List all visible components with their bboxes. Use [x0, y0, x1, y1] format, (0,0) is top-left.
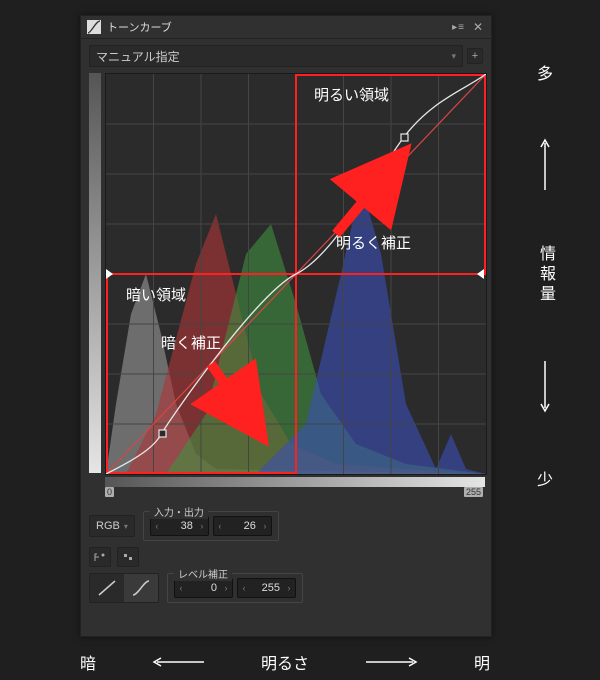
y-axis-gradient — [89, 73, 101, 473]
channel-label: RGB — [96, 520, 120, 532]
mode-dropdown[interactable]: マニュアル指定 ▾ — [89, 45, 463, 67]
close-icon[interactable]: ✕ — [471, 20, 485, 34]
panel-titlebar: トーンカーブ ▸≡ ✕ — [81, 16, 491, 39]
x-axis-gradient — [105, 477, 485, 487]
curve-canvas[interactable]: 明るい領域 暗い領域 明るく補正 暗く補正 — [105, 73, 487, 475]
x-axis-max: 255 — [464, 487, 483, 497]
label-information: 情報量 — [533, 245, 557, 305]
controls: RGB ▾ 入力・出力 ‹38› ‹26› — [89, 511, 483, 603]
channel-dropdown[interactable]: RGB ▾ — [89, 515, 135, 537]
curve-type-selector[interactable] — [89, 573, 159, 603]
arrow-up-icon — [538, 135, 552, 195]
io-legend: 入力・出力 — [150, 504, 208, 519]
panel-title: トーンカーブ — [107, 19, 452, 35]
chevron-right-icon[interactable]: › — [196, 521, 208, 531]
chevron-left-icon[interactable]: ‹ — [214, 521, 226, 531]
midpoint-marker-left[interactable] — [106, 269, 113, 279]
chevron-left-icon[interactable]: ‹ — [175, 583, 187, 593]
mode-label: マニュアル指定 — [96, 48, 180, 65]
chevron-down-icon: ▾ — [451, 51, 456, 62]
tone-curve-graph[interactable]: 明るい領域 暗い領域 明るく補正 暗く補正 0 255 — [89, 73, 483, 503]
label-bright: 明 — [474, 650, 490, 674]
chevron-left-icon[interactable]: ‹ — [238, 583, 250, 593]
x-axis-min: 0 — [105, 487, 114, 497]
tone-curve-panel: トーンカーブ ▸≡ ✕ マニュアル指定 ▾ + — [80, 15, 492, 637]
auto-adjust-button[interactable] — [117, 547, 139, 567]
levels-high-stepper[interactable]: ‹255› — [237, 578, 296, 598]
curve-handle-shadow[interactable] — [159, 430, 166, 437]
panel-menu-icon[interactable]: ▸≡ — [452, 22, 465, 33]
curve-smooth-option[interactable] — [124, 574, 158, 602]
label-brightness: 明るさ — [261, 650, 309, 674]
label-many: 多 — [537, 60, 553, 84]
midpoint-marker-right[interactable] — [477, 269, 484, 279]
label-dark: 暗 — [80, 650, 96, 674]
chevron-down-icon: ▾ — [124, 522, 128, 531]
add-preset-button[interactable]: + — [467, 48, 483, 64]
point-picker-button[interactable] — [89, 547, 111, 567]
arrow-left-icon — [149, 655, 209, 669]
curve-handle-highlight[interactable] — [401, 134, 408, 141]
io-fieldset: 入力・出力 ‹38› ‹26› — [143, 511, 279, 541]
label-few: 少 — [537, 466, 553, 490]
arrow-right-icon — [361, 655, 421, 669]
chevron-right-icon[interactable]: › — [220, 583, 232, 593]
chevron-right-icon[interactable]: › — [283, 583, 295, 593]
levels-legend: レベル補正 — [174, 566, 232, 581]
arrow-down-icon — [538, 356, 552, 416]
curve-linear-option[interactable] — [90, 574, 124, 602]
tone-curve-icon — [87, 20, 101, 34]
chevron-left-icon[interactable]: ‹ — [151, 521, 163, 531]
right-annotation-column: 多 情報量 少 — [510, 60, 580, 490]
chevron-right-icon[interactable]: › — [259, 521, 271, 531]
levels-fieldset: レベル補正 ‹0› ‹255› — [167, 573, 303, 603]
levels-low-stepper[interactable]: ‹0› — [174, 578, 233, 598]
input-value-stepper[interactable]: ‹38› — [150, 516, 209, 536]
bottom-annotation-row: 暗 明るさ 明 — [80, 650, 490, 674]
output-value-stepper[interactable]: ‹26› — [213, 516, 272, 536]
